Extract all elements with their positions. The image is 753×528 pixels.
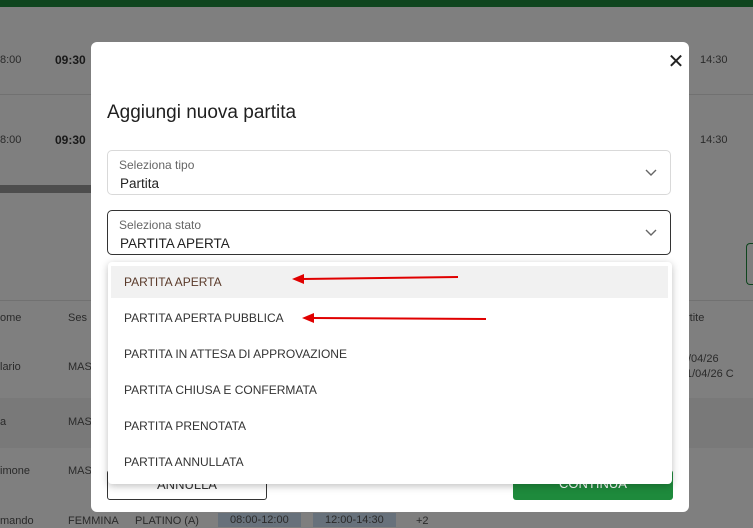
- close-icon[interactable]: ✕: [667, 52, 685, 72]
- state-dropdown-menu: PARTITA APERTA PARTITA APERTA PUBBLICA P…: [108, 262, 672, 484]
- type-select-label: Seleziona tipo: [119, 158, 195, 172]
- state-select-label: Seleziona stato: [119, 218, 202, 232]
- dropdown-option[interactable]: PARTITA CHIUSA E CONFERMATA: [111, 374, 668, 406]
- chevron-down-icon: [645, 169, 657, 176]
- dialog-title: Aggiungi nuova partita: [107, 102, 297, 123]
- dropdown-option[interactable]: PARTITA IN ATTESA DI APPROVAZIONE: [111, 338, 668, 370]
- annotation-arrow-icon: [292, 274, 459, 284]
- annotation-arrow-icon: [302, 313, 487, 323]
- type-select-value: Partita: [120, 176, 160, 191]
- dropdown-option[interactable]: PARTITA PRENOTATA: [111, 410, 668, 442]
- dropdown-option[interactable]: PARTITA ANNULLATA: [111, 446, 668, 478]
- state-select[interactable]: Seleziona stato PARTITA APERTA: [107, 210, 671, 255]
- chevron-down-icon: [645, 229, 657, 236]
- type-select[interactable]: Seleziona tipo Partita: [107, 150, 671, 195]
- state-select-value: PARTITA APERTA: [120, 236, 230, 251]
